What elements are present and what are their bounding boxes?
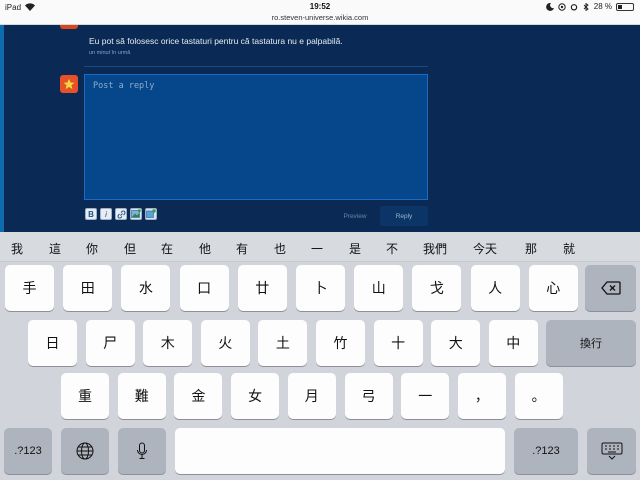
key-row3-6[interactable]: 一 (401, 373, 450, 419)
key-row1-6[interactable]: 山 (354, 265, 404, 311)
battery-fill (618, 4, 622, 9)
candidate-word[interactable]: 不 (386, 240, 398, 257)
key-row2-1[interactable]: 尸 (85, 320, 135, 366)
clock: 19:52 (309, 2, 331, 11)
candidate-word[interactable]: 我 (11, 240, 23, 257)
key-row1-2[interactable]: 水 (121, 265, 171, 311)
key-row1-0[interactable]: 手 (5, 265, 54, 311)
key-row1-8[interactable]: 人 (470, 265, 520, 311)
globe-icon (76, 442, 94, 460)
battery-percent: 28 % (593, 2, 612, 11)
mic-key[interactable] (118, 428, 166, 474)
status-icons: 28 % (545, 2, 634, 11)
key-row2-8[interactable]: 中 (488, 320, 538, 366)
moon-icon (545, 2, 554, 11)
comment-timestamp[interactable]: un minut în urmă (89, 50, 130, 56)
key-row1-5[interactable]: 卜 (296, 265, 345, 311)
return-key[interactable]: 換行 (546, 320, 636, 366)
candidate-word[interactable]: 也 (274, 240, 286, 257)
wiki-page: Eu pot să folosesc orice tastaturi pentr… (0, 25, 640, 232)
key-row2-2[interactable]: 木 (143, 320, 193, 366)
reply-box (84, 74, 428, 200)
bold-button[interactable]: B (85, 208, 97, 220)
key-row2-0[interactable]: 日 (28, 320, 77, 366)
key-row2-4[interactable]: 土 (258, 320, 308, 366)
hide-keyboard-key[interactable] (587, 428, 636, 474)
reply-actions: Preview Reply (330, 206, 428, 226)
candidate-word[interactable]: 我們 (423, 240, 447, 257)
alarm-icon (570, 3, 577, 10)
key-row1-1[interactable]: 田 (63, 265, 113, 311)
key-row3-2[interactable]: 金 (174, 373, 223, 419)
candidate-word[interactable]: 就 (563, 240, 575, 257)
candidate-word[interactable]: 今天 (473, 240, 497, 257)
key-row1-7[interactable]: 戈 (412, 265, 462, 311)
key-row2-6[interactable]: 十 (373, 320, 423, 366)
keyboard-hide-icon (601, 442, 622, 460)
divider (84, 66, 428, 67)
key-row1-4[interactable]: 廿 (237, 265, 287, 311)
key-row3-7[interactable]: ， (457, 373, 506, 419)
bluetooth-icon (583, 2, 589, 11)
delete-icon (600, 281, 621, 295)
candidate-word[interactable]: 這 (49, 240, 61, 257)
numbers-key-left[interactable]: .?123 (4, 428, 52, 474)
preview-button[interactable]: Preview (330, 206, 380, 226)
candidate-word[interactable]: 在 (161, 240, 173, 257)
globe-key[interactable] (61, 428, 109, 474)
key-row3-4[interactable]: 月 (287, 373, 336, 419)
candidate-word[interactable]: 你 (86, 240, 98, 257)
video-icon (146, 209, 156, 218)
reply-button[interactable]: Reply (380, 206, 428, 226)
key-row2-5[interactable]: 竹 (316, 320, 365, 366)
comment-text: Eu pot să folosesc orice tastaturi pentr… (89, 36, 343, 46)
key-row2-3[interactable]: 火 (200, 320, 250, 366)
editor-toolbar: B i (85, 208, 157, 220)
delete-key[interactable] (585, 265, 636, 311)
candidate-word[interactable]: 但 (124, 240, 136, 257)
candidate-word[interactable]: 有 (236, 240, 248, 257)
mic-icon (137, 442, 147, 459)
candidate-word[interactable]: 是 (349, 240, 361, 257)
key-row1-3[interactable]: 口 (179, 265, 229, 311)
user-avatar[interactable] (60, 75, 78, 93)
italic-button[interactable]: i (100, 208, 112, 220)
image-button[interactable] (130, 208, 142, 220)
key-row1-9[interactable]: 心 (528, 265, 578, 311)
location-icon (558, 2, 566, 11)
link-icon (117, 210, 125, 218)
key-row3-1[interactable]: 難 (117, 373, 166, 419)
reply-input[interactable] (85, 75, 427, 199)
candidate-word[interactable]: 他 (199, 240, 211, 257)
star-icon (62, 77, 76, 91)
battery-icon (616, 2, 634, 11)
key-row3-5[interactable]: 弓 (344, 373, 393, 419)
space-key[interactable] (175, 428, 505, 474)
key-row3-8[interactable]: 。 (514, 373, 563, 419)
key-row3-3[interactable]: 女 (231, 373, 280, 419)
bold-label: B (88, 209, 94, 219)
candidate-word[interactable]: 那 (525, 240, 537, 257)
url-bar[interactable]: ro.steven-universe.wikia.com (0, 13, 640, 22)
italic-label: i (105, 209, 107, 219)
comment-avatar[interactable] (60, 25, 78, 29)
image-icon (131, 209, 141, 218)
status-bar: iPad 19:52 ro.steven-universe.wikia.com … (0, 0, 640, 25)
page-edge (0, 25, 4, 232)
candidate-word[interactable]: 一 (311, 240, 323, 257)
key-row2-7[interactable]: 大 (431, 320, 481, 366)
numbers-key-right[interactable]: .?123 (514, 428, 578, 474)
video-button[interactable] (145, 208, 157, 220)
keyboard: 我這你但在他有也一是不我們 今天那就 手田水口廿卜山戈人心 日尸木火土竹十大中 換… (0, 232, 640, 480)
link-button[interactable] (115, 208, 127, 220)
candidate-bar: 我 這 你 但 在 他 有 也 一 是 不 我們 今天 那 就 (0, 232, 640, 262)
key-row3-0[interactable]: 重 (61, 373, 109, 419)
